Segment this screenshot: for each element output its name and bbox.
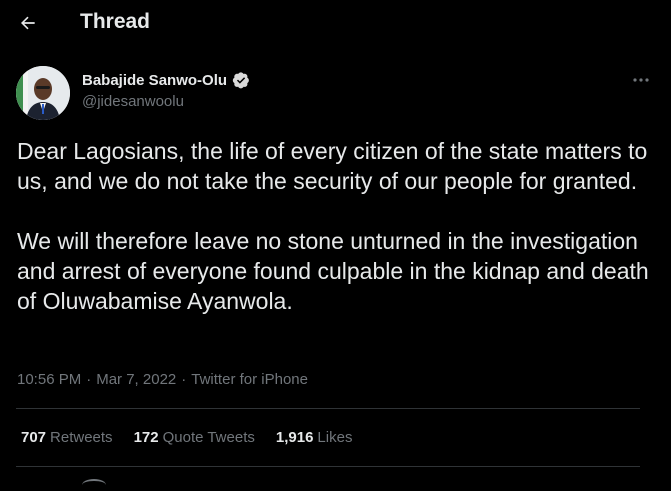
quote-tweets-stat[interactable]: 172 Quote Tweets (134, 429, 255, 446)
author-handle[interactable]: @jidesanwoolu (82, 93, 184, 110)
more-options-button[interactable] (629, 70, 653, 90)
verified-badge-icon (232, 71, 250, 89)
likes-label: Likes (317, 429, 353, 446)
back-button[interactable] (14, 9, 42, 37)
retweets-label: Retweets (50, 429, 113, 446)
tweet-stats: 707 Retweets 172 Quote Tweets 1,916 Likes (21, 429, 352, 446)
tweet-timestamp: 10:56 PM · Mar 7, 2022 · Twitter for iPh… (17, 371, 308, 388)
tweet-text: Dear Lagosians, the life of every citize… (17, 136, 657, 316)
thread-header: Thread (0, 0, 671, 46)
avatar-photo (16, 66, 70, 120)
tweet-paragraph: We will therefore leave no stone unturne… (17, 228, 649, 314)
tweet-source[interactable]: Twitter for iPhone (191, 371, 308, 388)
meta-separator: · (181, 371, 187, 388)
arrow-left-icon (21, 16, 35, 30)
avatar[interactable] (16, 66, 70, 120)
retweets-stat[interactable]: 707 Retweets (21, 429, 113, 446)
page-title: Thread (80, 10, 151, 33)
author-name[interactable]: Babajide Sanwo-Olu (82, 71, 250, 89)
tweet-paragraph: Dear Lagosians, the life of every citize… (17, 138, 648, 194)
likes-count: 1,916 (275, 429, 314, 446)
tweet-author: Babajide Sanwo-Olu @jidesanwoolu (16, 66, 655, 120)
quote-tweets-count: 172 (133, 429, 159, 446)
retweets-count: 707 (21, 429, 47, 446)
quote-tweets-label: Quote Tweets (162, 429, 255, 446)
tweet-time[interactable]: 10:56 PM (17, 371, 81, 388)
author-name-text: Babajide Sanwo-Olu (82, 71, 228, 89)
divider (16, 408, 640, 409)
tweet-date[interactable]: Mar 7, 2022 (96, 371, 176, 388)
action-icon-partial (82, 479, 106, 491)
ellipsis-icon (633, 78, 649, 82)
divider (16, 466, 640, 467)
meta-separator: · (86, 371, 92, 388)
likes-stat[interactable]: 1,916 Likes (276, 429, 353, 446)
